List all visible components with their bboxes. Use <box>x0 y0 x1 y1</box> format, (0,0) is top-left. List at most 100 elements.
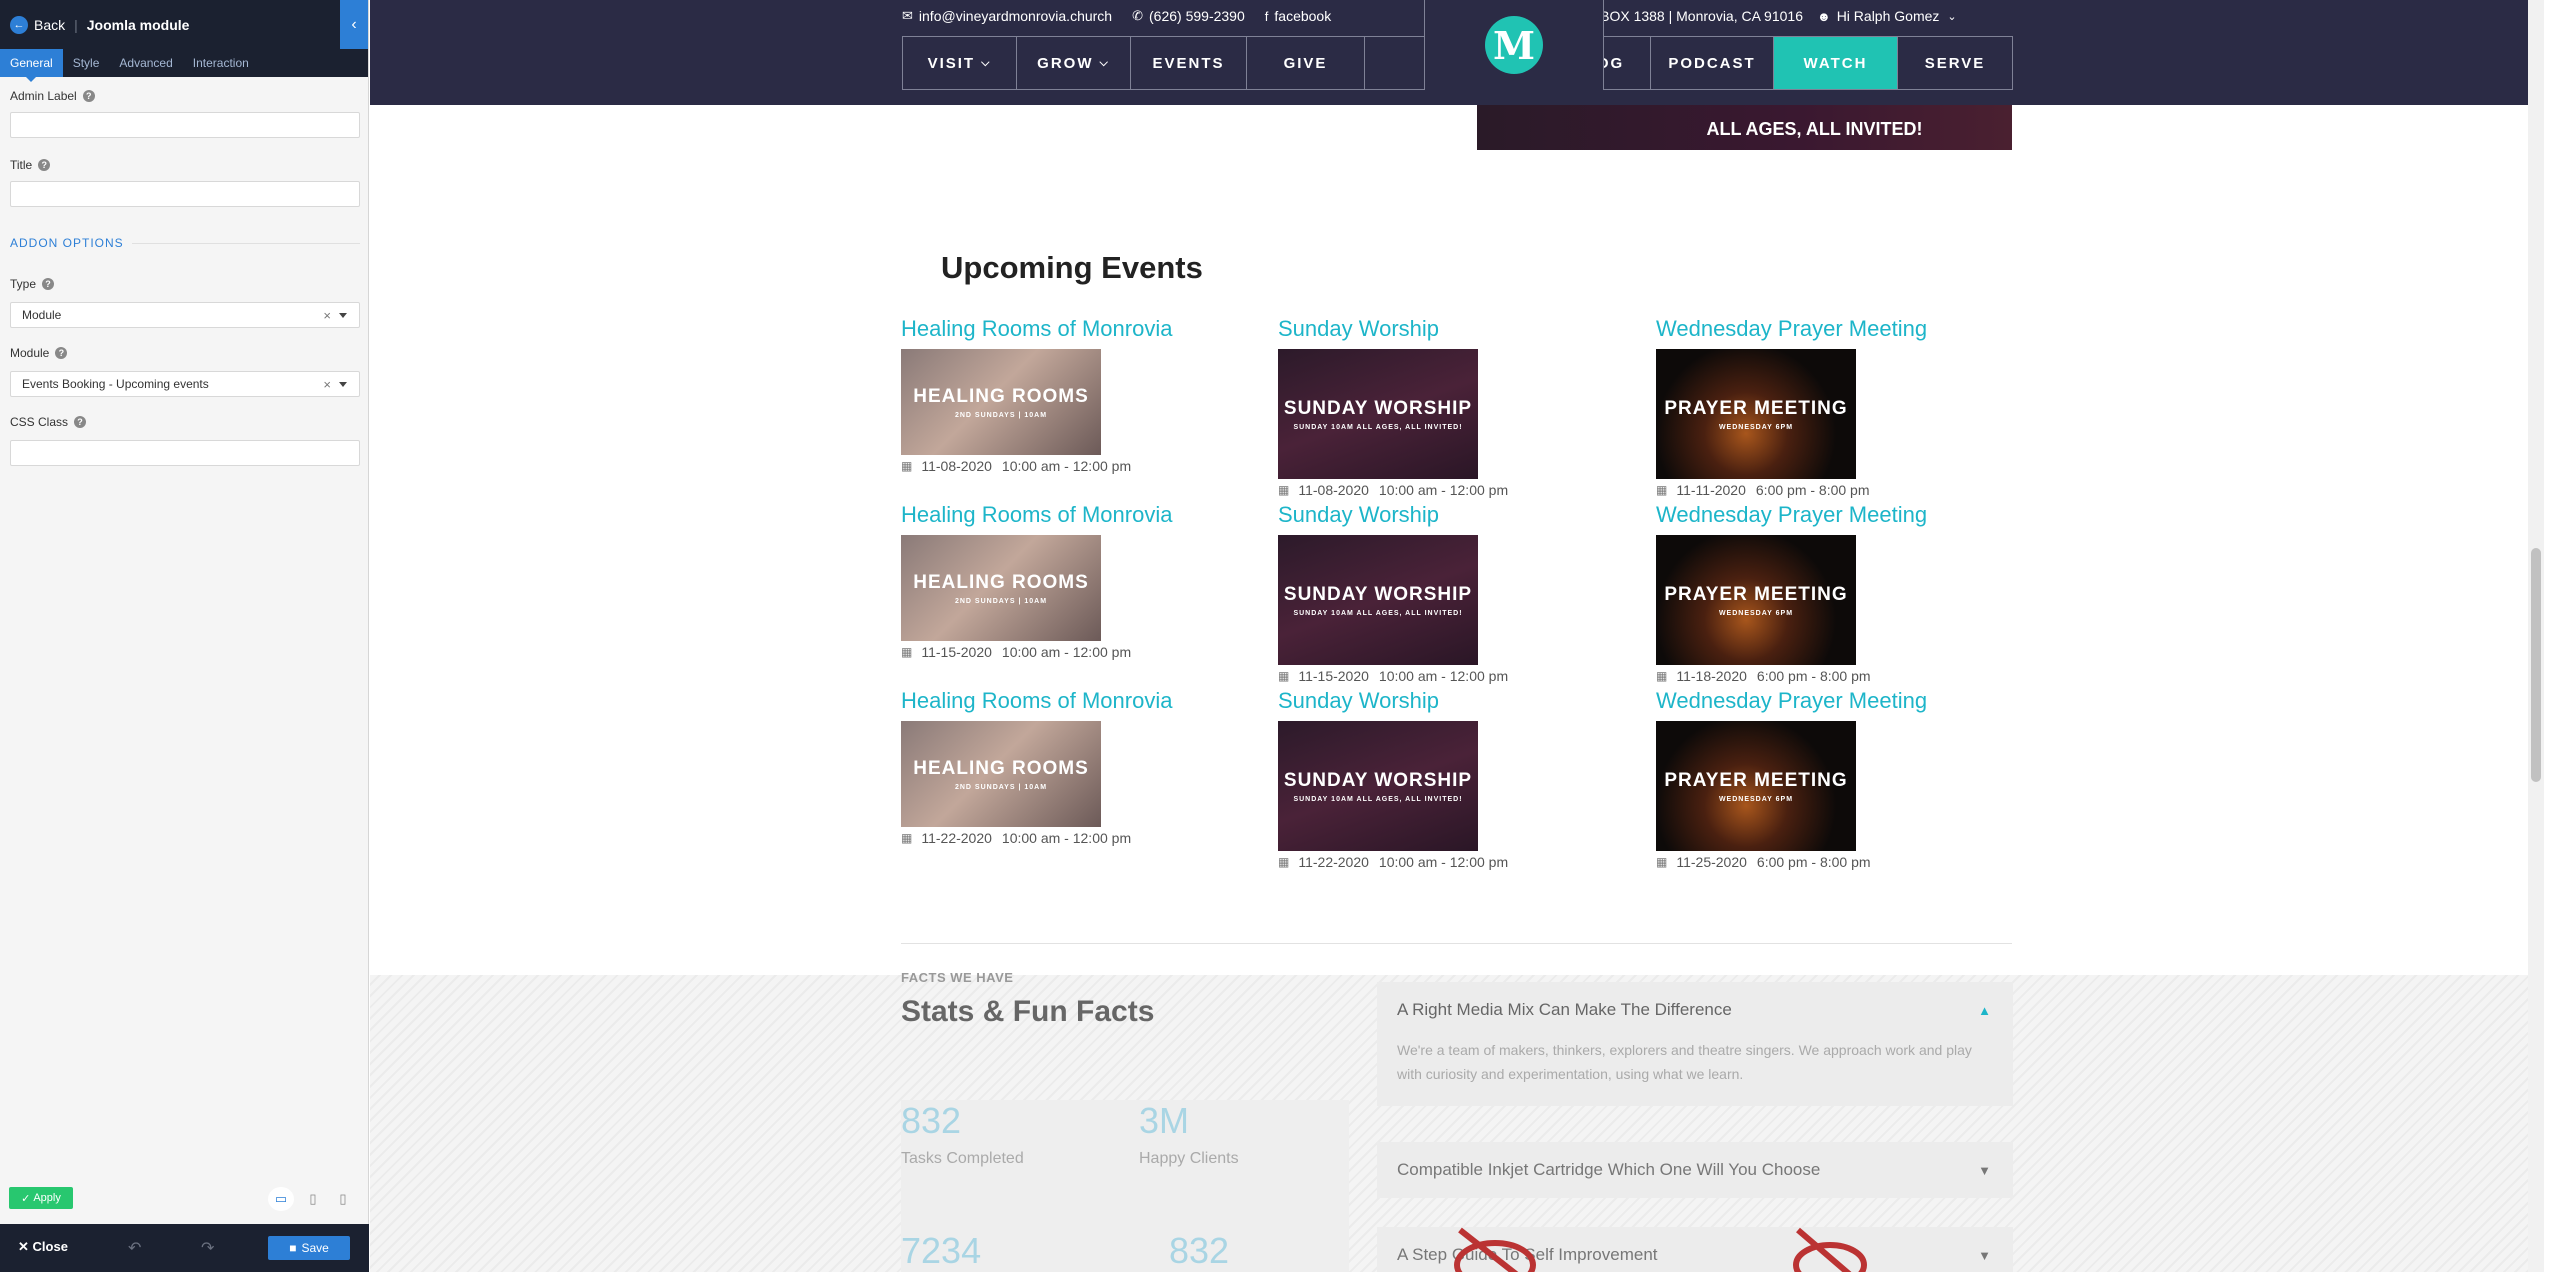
clear-icon[interactable]: × <box>323 377 331 392</box>
tab-advanced[interactable]: Advanced <box>109 49 182 77</box>
event-image-subtitle: 2ND SUNDAYS | 10AM <box>954 783 1048 791</box>
event-title[interactable]: Sunday Worship <box>1278 502 1508 528</box>
chevron-up-icon: ▲ <box>1978 1002 1991 1018</box>
help-icon[interactable]: ? <box>74 416 87 428</box>
apply-label: Apply <box>33 1192 61 1204</box>
event-title[interactable]: Sunday Worship <box>1278 688 1508 714</box>
help-icon[interactable]: ? <box>55 347 68 359</box>
user-menu[interactable]: Hi Ralph Gomez <box>1837 8 1940 24</box>
event-date: ▦ 11-25-2020 6:00 pm - 8:00 pm <box>1656 854 1927 870</box>
css-class-label: CSS Class ? <box>10 415 87 429</box>
event-date-value: 11-11-2020 <box>1676 482 1746 498</box>
calendar-icon: ▦ <box>1278 483 1290 497</box>
phone-link[interactable]: (626) 599-2390 <box>1149 8 1245 24</box>
event-image[interactable]: PRAYER MEETING WEDNESDAY 6PM <box>1656 721 1856 851</box>
redo-icon[interactable]: ↷ <box>201 1238 214 1258</box>
collapse-panel-button[interactable]: ‹ <box>340 0 368 49</box>
tab-general[interactable]: General <box>0 49 63 82</box>
nav-grow[interactable]: GROW ⌵ <box>1017 37 1131 89</box>
close-icon: ✕ <box>18 1239 29 1254</box>
admin-label-input[interactable] <box>10 112 360 138</box>
event-date: ▦ 11-22-2020 10:00 am - 12:00 pm <box>1278 854 1508 870</box>
nav-visit[interactable]: VISIT ⌵ <box>903 37 1017 89</box>
event-title[interactable]: Healing Rooms of Monrovia <box>901 688 1172 714</box>
event-image[interactable]: HEALING ROOMS 2ND SUNDAYS | 10AM <box>901 349 1101 455</box>
chevron-down-icon[interactable] <box>339 381 347 387</box>
event-card: Healing Rooms of Monrovia HEALING ROOMS 2… <box>901 688 1172 846</box>
event-date: ▦ 11-08-2020 10:00 am - 12:00 pm <box>1278 482 1508 498</box>
addon-options-heading: ADDON OPTIONS <box>10 236 360 250</box>
topbar-left: ✉ info@vineyardmonrovia.church ✆ (626) 5… <box>902 8 1331 24</box>
eye-slash-icon <box>1793 1227 1867 1272</box>
close-button[interactable]: ✕ Close <box>18 1239 68 1255</box>
facebook-link[interactable]: facebook <box>1274 8 1331 24</box>
event-image-title: PRAYER MEETING <box>1664 769 1848 791</box>
title-input[interactable] <box>10 181 360 207</box>
page-scrollbar[interactable] <box>2528 0 2544 1272</box>
event-image-subtitle: SUNDAY 10AM ALL AGES, ALL INVITED! <box>1293 609 1463 617</box>
event-image[interactable]: SUNDAY WORSHIP SUNDAY 10AM ALL AGES, ALL … <box>1278 721 1478 851</box>
tab-style[interactable]: Style <box>63 49 110 77</box>
event-date: ▦ 11-18-2020 6:00 pm - 8:00 pm <box>1656 668 1927 684</box>
help-icon[interactable]: ? <box>42 278 55 290</box>
event-card: Healing Rooms of Monrovia HEALING ROOMS 2… <box>901 502 1172 660</box>
save-button[interactable]: ■ Save <box>268 1236 350 1260</box>
event-image[interactable]: PRAYER MEETING WEDNESDAY 6PM <box>1656 535 1856 665</box>
envelope-icon: ✉ <box>902 8 913 23</box>
event-title[interactable]: Wednesday Prayer Meeting <box>1656 688 1927 714</box>
event-title[interactable]: Sunday Worship <box>1278 316 1508 342</box>
event-title[interactable]: Healing Rooms of Monrovia <box>901 502 1172 528</box>
tab-interaction[interactable]: Interaction <box>183 49 259 77</box>
apply-button[interactable]: ✓ Apply <box>9 1187 73 1209</box>
event-time: 10:00 am - 12:00 pm <box>1378 482 1509 498</box>
help-icon[interactable]: ? <box>82 90 95 102</box>
event-image[interactable]: PRAYER MEETING WEDNESDAY 6PM <box>1656 349 1856 479</box>
event-date-value: 11-22-2020 <box>1298 854 1369 870</box>
type-select[interactable]: Module × <box>10 302 360 328</box>
tablet-view-icon[interactable]: ▯ <box>300 1187 326 1211</box>
site-header: ✉ info@vineyardmonrovia.church ✆ (626) 5… <box>370 0 2544 105</box>
addon-options-text: ADDON OPTIONS <box>10 236 124 250</box>
event-image[interactable]: HEALING ROOMS 2ND SUNDAYS | 10AM <box>901 721 1101 827</box>
site-logo[interactable]: M <box>1424 0 1604 90</box>
panel-title: Joomla module <box>86 16 190 33</box>
panel-header: ← Back | Joomla module ‹ <box>0 0 368 49</box>
email-link[interactable]: info@vineyardmonrovia.church <box>919 8 1112 24</box>
accordion-header[interactable]: Compatible Inkjet Cartridge Which One Wi… <box>1377 1142 2013 1198</box>
event-image[interactable]: HEALING ROOMS 2ND SUNDAYS | 10AM <box>901 535 1101 641</box>
event-title[interactable]: Healing Rooms of Monrovia <box>901 316 1172 342</box>
event-image[interactable]: SUNDAY WORSHIP SUNDAY 10AM ALL AGES, ALL … <box>1278 535 1478 665</box>
clear-icon[interactable]: × <box>323 308 331 323</box>
module-label-text: Module <box>10 346 50 360</box>
desktop-view-icon[interactable]: ▭ <box>268 1187 294 1211</box>
nav-events[interactable]: EVENTS <box>1131 37 1247 89</box>
back-button[interactable]: ← Back <box>10 15 65 34</box>
event-title[interactable]: Wednesday Prayer Meeting <box>1656 502 1927 528</box>
topbar-right: PO BOX 1388 | Monrovia, CA 91016 ☻ Hi Ra… <box>1576 8 1957 24</box>
event-time: 10:00 am - 12:00 pm <box>1001 644 1132 660</box>
phone-icon: ✆ <box>1132 8 1144 23</box>
type-select-value: Module <box>22 308 62 322</box>
chevron-down-icon[interactable]: ⌄ <box>1947 10 1956 23</box>
help-icon[interactable]: ? <box>38 159 51 171</box>
site-preview: ALL AGES, ALL INVITED! ✉ info@vineyardmo… <box>370 0 2544 1272</box>
accordion-header[interactable]: A Right Media Mix Can Make The Differenc… <box>1377 982 2013 1038</box>
chevron-down-icon[interactable] <box>339 312 347 318</box>
title-label-text: Title <box>10 158 33 172</box>
scrollbar-thumb[interactable] <box>2531 548 2541 782</box>
nav-watch[interactable]: WATCH <box>1774 37 1898 89</box>
nav-give[interactable]: GIVE <box>1247 37 1365 89</box>
css-class-input[interactable] <box>10 440 360 466</box>
nav-serve[interactable]: SERVE <box>1898 37 2012 89</box>
address-text: PO BOX 1388 | Monrovia, CA 91016 <box>1576 8 1803 24</box>
event-image-title: SUNDAY WORSHIP <box>1283 397 1473 419</box>
undo-icon[interactable]: ↶ <box>128 1238 141 1258</box>
divider: | <box>74 16 78 33</box>
event-title[interactable]: Wednesday Prayer Meeting <box>1656 316 1927 342</box>
event-image[interactable]: SUNDAY WORSHIP SUNDAY 10AM ALL AGES, ALL … <box>1278 349 1478 479</box>
mobile-view-icon[interactable]: ▯ <box>330 1187 356 1211</box>
event-time: 10:00 am - 12:00 pm <box>1378 668 1509 684</box>
calendar-icon: ▦ <box>1656 669 1668 683</box>
nav-podcast[interactable]: PODCAST <box>1651 37 1774 89</box>
module-select[interactable]: Events Booking - Upcoming events × <box>10 371 360 397</box>
